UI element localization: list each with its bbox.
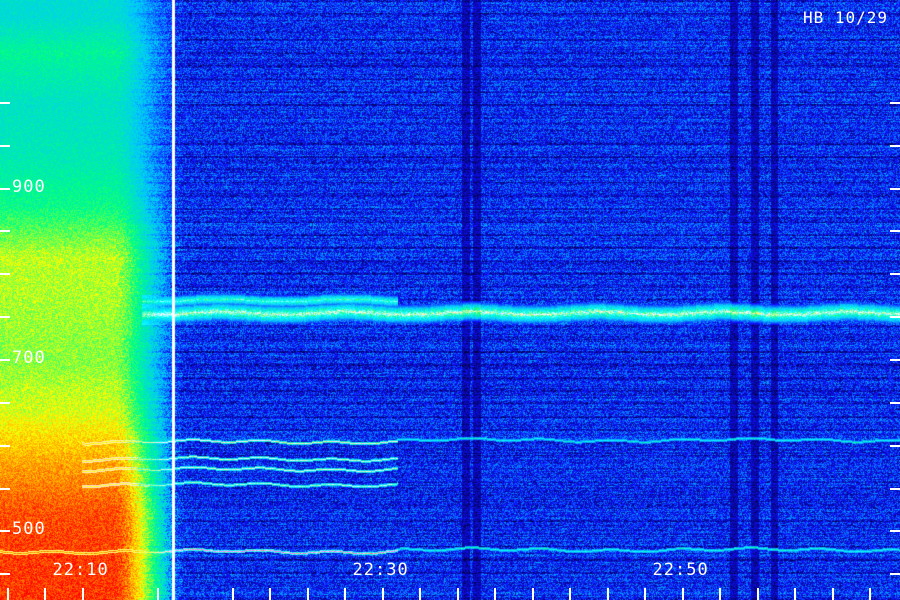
x-axis-tick — [531, 588, 534, 600]
y-axis-tick-left — [0, 359, 10, 361]
y-axis-tick-right — [890, 573, 900, 576]
y-axis-tick-label: 500 — [12, 519, 46, 540]
y-axis-tick-right — [890, 444, 900, 447]
y-axis-tick-right — [890, 101, 900, 104]
x-axis-tick — [831, 588, 834, 600]
x-axis-tick — [156, 588, 159, 600]
y-axis-tick-left — [0, 316, 10, 319]
x-axis-tick-label: 22:30 — [352, 560, 409, 580]
x-axis-tick — [344, 588, 346, 600]
y-axis-tick-left — [0, 230, 10, 233]
station-date-label: HB 10/29 — [802, 8, 888, 27]
y-axis-tick-left — [0, 444, 10, 447]
x-axis-tick — [44, 588, 46, 600]
y-axis-tick-left — [0, 573, 10, 576]
x-axis-tick — [81, 588, 84, 600]
y-axis-tick-right — [890, 187, 900, 190]
x-axis-tick — [306, 588, 309, 600]
x-axis-tick — [756, 588, 759, 600]
x-axis-tick — [681, 588, 684, 600]
y-axis-tick-left — [0, 487, 10, 490]
y-axis-tick-label: 700 — [12, 348, 46, 368]
y-axis-tick-right — [890, 316, 900, 319]
y-axis-tick-right — [890, 273, 900, 276]
x-axis-tick — [456, 588, 459, 600]
y-axis-tick-left — [0, 530, 10, 533]
y-axis-tick-left — [0, 273, 10, 276]
x-axis-tick — [606, 588, 609, 600]
y-axis-tick-right — [890, 530, 900, 533]
y-axis-tick-left — [0, 101, 10, 104]
y-axis-tick-right — [890, 230, 900, 233]
y-axis-tick-left — [0, 144, 10, 147]
x-axis-tick — [419, 588, 421, 600]
x-axis-tick — [569, 588, 571, 600]
x-axis-tick — [644, 588, 646, 600]
x-axis-tick — [381, 588, 384, 600]
x-axis-tick-label: 22:10 — [52, 560, 109, 580]
y-axis-tick-right — [890, 144, 900, 147]
x-axis-tick — [719, 588, 721, 600]
y-axis-tick-right — [890, 401, 900, 404]
y-axis-tick-right — [890, 487, 900, 490]
x-axis-tick — [794, 588, 796, 600]
y-axis-tick-label: 900 — [12, 176, 46, 197]
y-axis-tick-left — [0, 401, 10, 404]
x-axis-tick-label: 22:50 — [652, 560, 709, 580]
y-axis-tick-left — [0, 187, 10, 190]
spectrogram-heatmap — [0, 0, 900, 600]
x-axis-tick — [269, 588, 271, 600]
x-axis-tick — [231, 588, 234, 600]
x-axis-tick — [494, 588, 496, 600]
x-axis-tick — [869, 588, 871, 600]
y-axis-tick-right — [890, 359, 900, 361]
x-axis-tick — [6, 588, 9, 600]
